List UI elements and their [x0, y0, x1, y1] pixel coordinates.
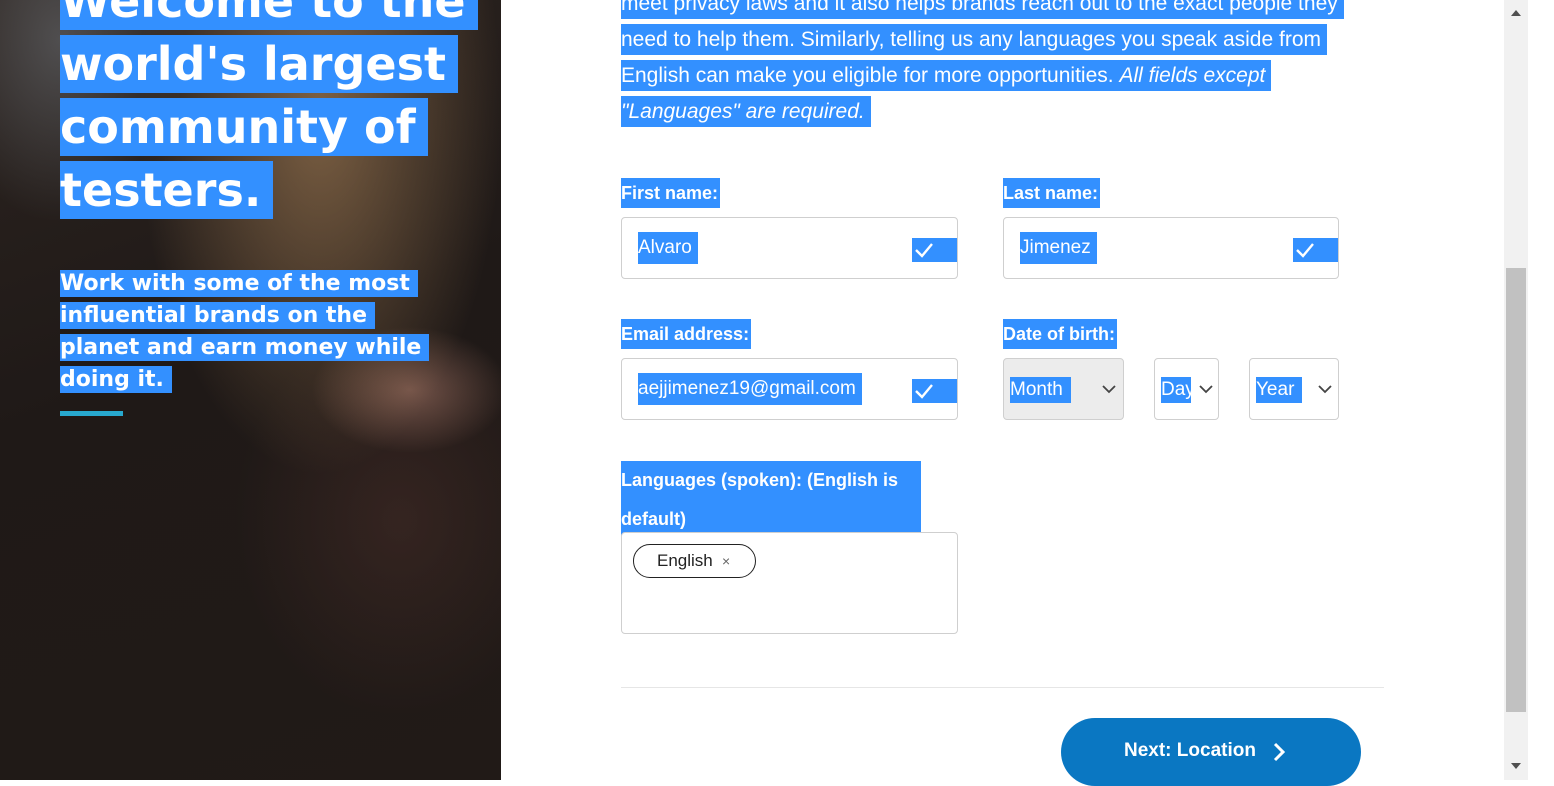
- check-icon: [912, 238, 957, 262]
- first-name-field[interactable]: Alvaro: [621, 217, 958, 279]
- chevron-right-icon: [1273, 742, 1285, 762]
- month-select[interactable]: Month: [1003, 358, 1124, 420]
- intro-text: meet privacy laws and it also helps bran…: [621, 0, 1344, 127]
- hero-subtitle-text: Work with some of the most influential b…: [60, 270, 430, 393]
- hero-panel: Welcome to the world's largest community o…: [0, 0, 501, 780]
- first-name-label: First name:: [621, 178, 721, 208]
- email-field[interactable]: aejjimenez19@gmail.com: [621, 358, 958, 420]
- last-name-label: Last name:: [1003, 178, 1101, 208]
- month-value: Month: [1010, 377, 1071, 403]
- dob-label: Date of birth:: [1003, 319, 1117, 349]
- last-name-value: Jimenez: [1020, 232, 1097, 264]
- languages-label: Languages (spoken): (English is default): [621, 461, 921, 539]
- hero-accent-bar: [60, 411, 123, 416]
- hero-title-line: Welcome to the: [60, 0, 478, 30]
- chevron-down-icon: [1102, 385, 1116, 394]
- scroll-down-arrow-icon[interactable]: [1510, 761, 1522, 771]
- email-value: aejjimenez19@gmail.com: [638, 373, 862, 405]
- email-label: Email address:: [621, 319, 752, 349]
- hero-title: Welcome to the world's largest community o…: [60, 0, 480, 222]
- chevron-down-icon: [1318, 385, 1332, 394]
- scroll-up-arrow-icon[interactable]: [1510, 8, 1522, 18]
- divider: [621, 687, 1384, 688]
- last-name-field[interactable]: Jimenez: [1003, 217, 1339, 279]
- languages-input[interactable]: English ×: [621, 532, 958, 634]
- chevron-down-icon: [1199, 385, 1213, 394]
- next-button-label: Next: Location: [1124, 740, 1256, 761]
- first-name-value: Alvaro: [638, 232, 698, 264]
- hero-subtitle: Work with some of the most influential b…: [60, 268, 450, 396]
- close-icon[interactable]: ×: [722, 545, 730, 577]
- check-icon: [1293, 238, 1338, 262]
- language-chip-label: English: [657, 551, 713, 570]
- hero-title-line: community of: [60, 98, 428, 156]
- day-value: Day: [1161, 377, 1191, 403]
- day-select[interactable]: Day: [1154, 358, 1219, 420]
- check-icon: [912, 379, 957, 403]
- intro-paragraph: meet privacy laws and it also helps bran…: [621, 0, 1361, 130]
- year-select[interactable]: Year: [1249, 358, 1339, 420]
- scroll-thumb[interactable]: [1506, 268, 1526, 712]
- scrollbar[interactable]: [1504, 0, 1528, 780]
- hero-title-line: world's largest: [60, 35, 458, 93]
- hero-title-line: testers.: [60, 161, 274, 219]
- year-value: Year: [1256, 377, 1303, 403]
- language-chip: English ×: [633, 544, 756, 578]
- next-location-button[interactable]: Next: Location: [1061, 718, 1361, 786]
